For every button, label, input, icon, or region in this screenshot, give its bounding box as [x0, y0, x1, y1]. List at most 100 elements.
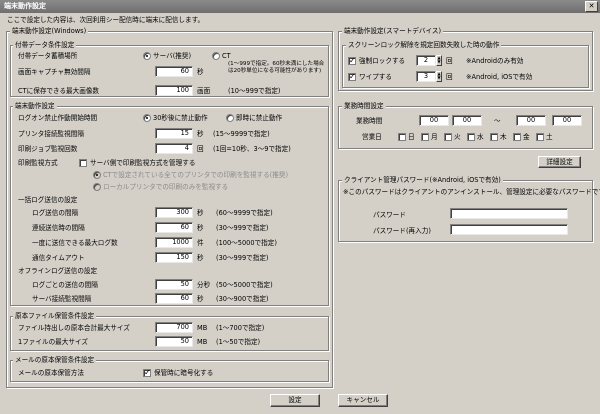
- timeout-unit: 秒: [197, 254, 204, 262]
- start-hour-input[interactable]: 00: [419, 115, 449, 126]
- wipe-unit: 回: [446, 73, 453, 81]
- offline-interval-input[interactable]: 50: [155, 279, 193, 290]
- original-file-group-label: 原本ファイル保管条件設定: [13, 312, 97, 320]
- day-fri-checkbox[interactable]: [513, 133, 521, 141]
- offline-log-label: オフラインログ送信の設定: [18, 267, 98, 275]
- max-total-size-note: (1～700で指定): [216, 324, 265, 332]
- ct-max-images-input[interactable]: 100: [155, 85, 193, 96]
- server-conn-note: (30～900で指定): [216, 295, 269, 303]
- password-input[interactable]: [450, 208, 568, 219]
- printer-check-label: プリンタ接続監視間隔: [18, 130, 84, 138]
- timeout-label: 通信タイムアウト: [32, 254, 85, 262]
- day-sun-checkbox[interactable]: [398, 133, 406, 141]
- timeout-note: (30～999で指定): [216, 254, 269, 262]
- wipe-label: ワイプする: [359, 73, 392, 81]
- password-confirm-label: パスワード(再入力): [373, 227, 431, 235]
- log-interval-input[interactable]: 300: [155, 207, 193, 218]
- offline-interval-label: ログごとの送信の間隔: [32, 281, 98, 289]
- max-logs-input[interactable]: 1000: [155, 237, 193, 248]
- retry-interval-note: (30～999で指定): [216, 224, 269, 232]
- logon-30s-radio[interactable]: [143, 114, 151, 122]
- client-password-note: ※このパスワードはクライアントのアンインストール、管理設定に必要なパスワードです…: [343, 188, 600, 196]
- end-hour-input[interactable]: 00: [516, 115, 546, 126]
- day-thu-checkbox[interactable]: [490, 133, 498, 141]
- logon-immediate-radio[interactable]: [226, 114, 234, 122]
- capture-interval-input[interactable]: 60: [155, 66, 193, 77]
- storage-server-radio[interactable]: [143, 52, 151, 60]
- force-lock-spinner[interactable]: ▲ ▼: [436, 55, 442, 66]
- max-file-size-input[interactable]: 50: [155, 336, 193, 347]
- max-file-size-label: 1ファイルの最大サイズ: [18, 338, 88, 346]
- printer-check-input[interactable]: 15: [155, 128, 193, 139]
- day-wed-label: 水: [477, 133, 484, 141]
- max-logs-note: (100～5000で指定): [216, 239, 277, 247]
- max-logs-unit: 件: [197, 239, 204, 247]
- password-confirm-input[interactable]: [450, 224, 568, 235]
- detail-settings-button[interactable]: 詳細設定: [538, 156, 581, 168]
- force-lock-note: ※Androidのみ有効: [466, 57, 524, 65]
- spin-down-icon: ▼: [437, 59, 441, 64]
- capture-interval-label: 画面キャプチャ無効間隔: [18, 68, 91, 76]
- print-mode-checkbox[interactable]: [79, 159, 87, 167]
- max-total-size-input[interactable]: 700: [155, 322, 193, 333]
- max-file-size-note: (1～50で指定): [216, 338, 261, 346]
- retry-interval-label: 連続送信時の間隔: [32, 224, 85, 232]
- day-sat-label: 土: [546, 133, 553, 141]
- server-conn-unit: 秒: [197, 295, 204, 303]
- ct-max-images-unit: 画面: [197, 87, 211, 95]
- bulk-log-label: 一括ログ送信の設定: [18, 196, 78, 204]
- max-total-size-label: ファイル持出しの原本合計最大サイズ: [18, 324, 130, 332]
- mail-original-group-label: メールの原本保管条件設定: [13, 356, 97, 364]
- print-job-label: 印刷ジョブ監視回数: [18, 145, 78, 153]
- start-minute-input[interactable]: 00: [452, 115, 482, 126]
- end-minute-input[interactable]: 00: [552, 115, 582, 126]
- day-thu-label: 木: [500, 133, 507, 141]
- print-mode-local-label: ローカルプリンタでの印刷のみを監視する: [103, 183, 229, 191]
- day-fri-label: 金: [523, 133, 530, 141]
- print-mode-label: 印刷監視方式: [18, 159, 58, 167]
- storage-ct-label: CT: [222, 52, 231, 60]
- logon-immediate-label: 即時に禁止動作: [236, 114, 283, 122]
- server-conn-input[interactable]: 60: [155, 293, 193, 304]
- password-label: パスワード: [373, 211, 406, 219]
- day-mon-checkbox[interactable]: [421, 133, 429, 141]
- temp-data-group-label: 付帯データ条件設定: [13, 41, 77, 49]
- max-total-size-unit: MB: [197, 324, 208, 332]
- print-job-unit: 回: [197, 145, 204, 153]
- client-password-group-label: クライアント管理パスワード(※Android, iOSで有効): [342, 176, 503, 184]
- business-time-label: 業務時間: [356, 117, 383, 125]
- ok-button[interactable]: 設定: [270, 394, 320, 407]
- business-hours-group-label: 業務時間設定: [342, 102, 386, 110]
- offline-interval-unit: 分秒: [197, 281, 211, 289]
- print-mode-local-radio[interactable]: [93, 183, 101, 191]
- wipe-count-input[interactable]: 3: [416, 71, 436, 82]
- day-tue-checkbox[interactable]: [444, 133, 452, 141]
- force-lock-unit: 回: [446, 57, 453, 65]
- wipe-spinner[interactable]: ▲ ▼: [436, 71, 442, 82]
- print-job-input[interactable]: 4: [155, 143, 193, 154]
- log-interval-unit: 秒: [197, 209, 204, 217]
- business-days-label: 営業日: [362, 133, 382, 141]
- screenlock-group-label: スクリーンロック解除を規定回数失敗した時の動作: [346, 41, 502, 49]
- windows-group-label: 端末動作設定(Windows): [10, 27, 89, 35]
- log-interval-label: ログ送信の間隔: [32, 209, 79, 217]
- day-sat-checkbox[interactable]: [536, 133, 544, 141]
- wipe-checkbox[interactable]: ✓: [348, 73, 356, 81]
- force-lock-count-input[interactable]: 2: [416, 55, 436, 66]
- day-wed-checkbox[interactable]: [467, 133, 475, 141]
- close-icon: ✕: [588, 2, 595, 10]
- close-window-button[interactable]: ✕: [585, 1, 598, 12]
- print-mode-all-radio[interactable]: [93, 171, 101, 179]
- ct-max-images-label: CTに保存できる最大画像数: [18, 87, 100, 95]
- mail-encrypt-checkbox[interactable]: ✓: [143, 369, 151, 377]
- storage-ct-radio[interactable]: [212, 52, 220, 60]
- retry-interval-unit: 秒: [197, 224, 204, 232]
- max-logs-label: 一度に送信できる最大ログ数: [32, 239, 118, 247]
- server-conn-label: サーバ接続監視間隔: [32, 295, 92, 303]
- retry-interval-input[interactable]: 60: [155, 222, 193, 233]
- cancel-button[interactable]: キャンセル: [338, 394, 388, 407]
- force-lock-checkbox[interactable]: ✓: [348, 57, 356, 65]
- window-title: 端末動作設定: [4, 2, 46, 10]
- timeout-input[interactable]: 150: [155, 252, 193, 263]
- offline-interval-note: (50～5000で指定): [216, 281, 273, 289]
